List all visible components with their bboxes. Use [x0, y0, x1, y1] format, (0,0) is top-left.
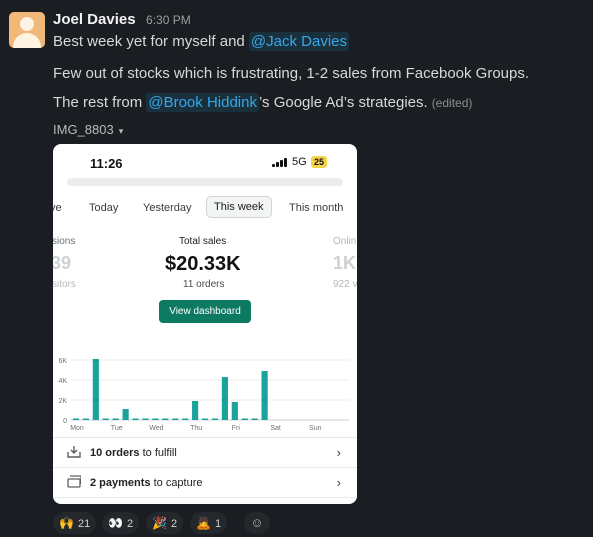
chart-bar	[162, 418, 169, 420]
signal-icon	[272, 158, 288, 167]
chart-bar	[122, 409, 129, 420]
online-value: 1K	[333, 253, 357, 273]
address-bar	[67, 178, 343, 186]
chart-bar	[221, 377, 228, 420]
fulfill-row[interactable]: 10 orders to fulfill ›	[63, 438, 353, 466]
reaction-raised-hands[interactable]: 🙌 21	[53, 512, 97, 534]
sales-chart: 0 2K 4K 6K Mon Tue Wed Thu Fri Sat Sun	[58, 358, 349, 432]
avatar-body-shape	[13, 33, 41, 48]
tab-this-month[interactable]: This month	[289, 202, 343, 214]
bowing-icon: 🙇	[196, 516, 211, 530]
attachment-name: IMG_8803	[53, 122, 114, 137]
edited-label: (edited)	[431, 96, 473, 110]
y-tick-label: 6K	[58, 358, 67, 365]
tab-this-week[interactable]: This week	[206, 196, 272, 218]
reaction-count: 21	[77, 518, 91, 530]
chart-bar	[112, 418, 119, 420]
chart-bar	[82, 418, 89, 420]
raised-hands-icon: 🙌	[59, 516, 74, 530]
x-tick-label: Sun	[309, 425, 322, 432]
online-label: Onlin	[333, 236, 357, 247]
chevron-down-icon[interactable]: ▾	[119, 126, 124, 136]
divider	[53, 497, 357, 498]
x-tick-label: Sat	[270, 425, 281, 432]
orders-count: 11 orders	[183, 279, 225, 290]
chart-bar	[192, 401, 199, 420]
total-sales-value: $20.33K	[165, 253, 241, 275]
x-tick-label: Tue	[111, 425, 123, 432]
sessions-value: 39	[53, 253, 72, 273]
capture-row[interactable]: 2 payments to capture ›	[63, 468, 353, 496]
add-reaction-icon[interactable]: ☺	[244, 512, 270, 534]
chart-bar	[142, 418, 149, 420]
avatar-head-shape	[20, 17, 34, 31]
message-line-1: Best week yet for myself and @Jack Davie…	[53, 32, 350, 51]
x-tick-label: Thu	[190, 425, 202, 432]
party-popper-icon: 🎉	[152, 516, 167, 530]
chart-bar	[182, 418, 189, 420]
chart-bar	[92, 359, 99, 420]
phone-status-time: 11:26	[90, 156, 123, 171]
chart-bar	[152, 418, 159, 420]
chart-bar	[72, 418, 80, 420]
message-text: ’s Google Ad’s strategies.	[258, 94, 428, 111]
reaction-count: 2	[126, 518, 134, 530]
message: Joel Davies 6:30 PM Best week yet for my…	[0, 0, 593, 537]
author-name[interactable]: Joel Davies	[53, 11, 136, 28]
chart-bar	[211, 418, 219, 420]
total-sales-label: Total sales	[179, 236, 227, 247]
inbox-icon	[67, 446, 81, 458]
message-line-3: The rest from @Brook Hiddink’s Google Ad…	[53, 93, 473, 112]
chart-bar	[241, 418, 248, 420]
chevron-right-icon[interactable]: ›	[337, 475, 341, 490]
message-header: Joel Davies 6:30 PM	[53, 11, 191, 29]
message-line-2: Few out of stocks which is frustrating, …	[53, 65, 530, 82]
reaction-count: 1	[214, 518, 222, 530]
attachment-filename[interactable]: IMG_8803 ▾	[53, 122, 123, 137]
reaction-count: 2	[170, 518, 178, 530]
x-tick-label: Wed	[149, 425, 163, 432]
mention-brook-hiddink[interactable]: @Brook Hiddink	[146, 93, 259, 112]
card-icon	[67, 475, 81, 488]
reaction-eyes[interactable]: 👀 2	[102, 512, 140, 534]
chart-bar	[132, 418, 139, 420]
y-tick-label: 4K	[58, 378, 67, 385]
chart-bar	[201, 418, 209, 420]
fulfill-text: 10 orders to fulfill	[90, 447, 177, 459]
y-tick-label: 0	[63, 418, 67, 425]
message-timestamp[interactable]: 6:30 PM	[146, 13, 191, 27]
x-tick-label: Mon	[70, 425, 84, 432]
battery-icon: 25	[311, 156, 328, 168]
network-label: 5G	[292, 156, 307, 168]
message-text: The rest from	[53, 94, 147, 111]
capture-text: 2 payments to capture	[90, 477, 203, 489]
chart-bar	[231, 402, 238, 420]
visitors-label: sitors	[53, 279, 76, 290]
mention-jack-davies[interactable]: @Jack Davies	[248, 32, 350, 51]
view-dashboard-button[interactable]: View dashboard	[159, 300, 251, 323]
x-tick-label: Fri	[232, 425, 241, 432]
tab-today[interactable]: Today	[89, 202, 118, 214]
chart-bar	[172, 418, 179, 420]
online-visitors: 922 v	[333, 279, 357, 290]
attachment-image[interactable]: 11:26 5G 25 ve Today Yesterday This week…	[53, 144, 357, 504]
chart-bar	[261, 371, 268, 420]
tab-yesterday[interactable]: Yesterday	[143, 202, 192, 214]
y-tick-label: 2K	[58, 398, 67, 405]
chevron-right-icon[interactable]: ›	[337, 445, 341, 460]
reaction-bowing[interactable]: 🙇 1	[190, 512, 228, 534]
avatar[interactable]	[9, 12, 45, 48]
reaction-party-popper[interactable]: 🎉 2	[146, 512, 184, 534]
message-text: Best week yet for myself and	[53, 33, 249, 50]
eyes-icon: 👀	[108, 516, 123, 530]
chart-bar	[251, 418, 258, 420]
tab-partial[interactable]: ve	[53, 202, 62, 214]
sessions-label: sions	[53, 236, 76, 247]
chart-bar	[102, 418, 109, 420]
